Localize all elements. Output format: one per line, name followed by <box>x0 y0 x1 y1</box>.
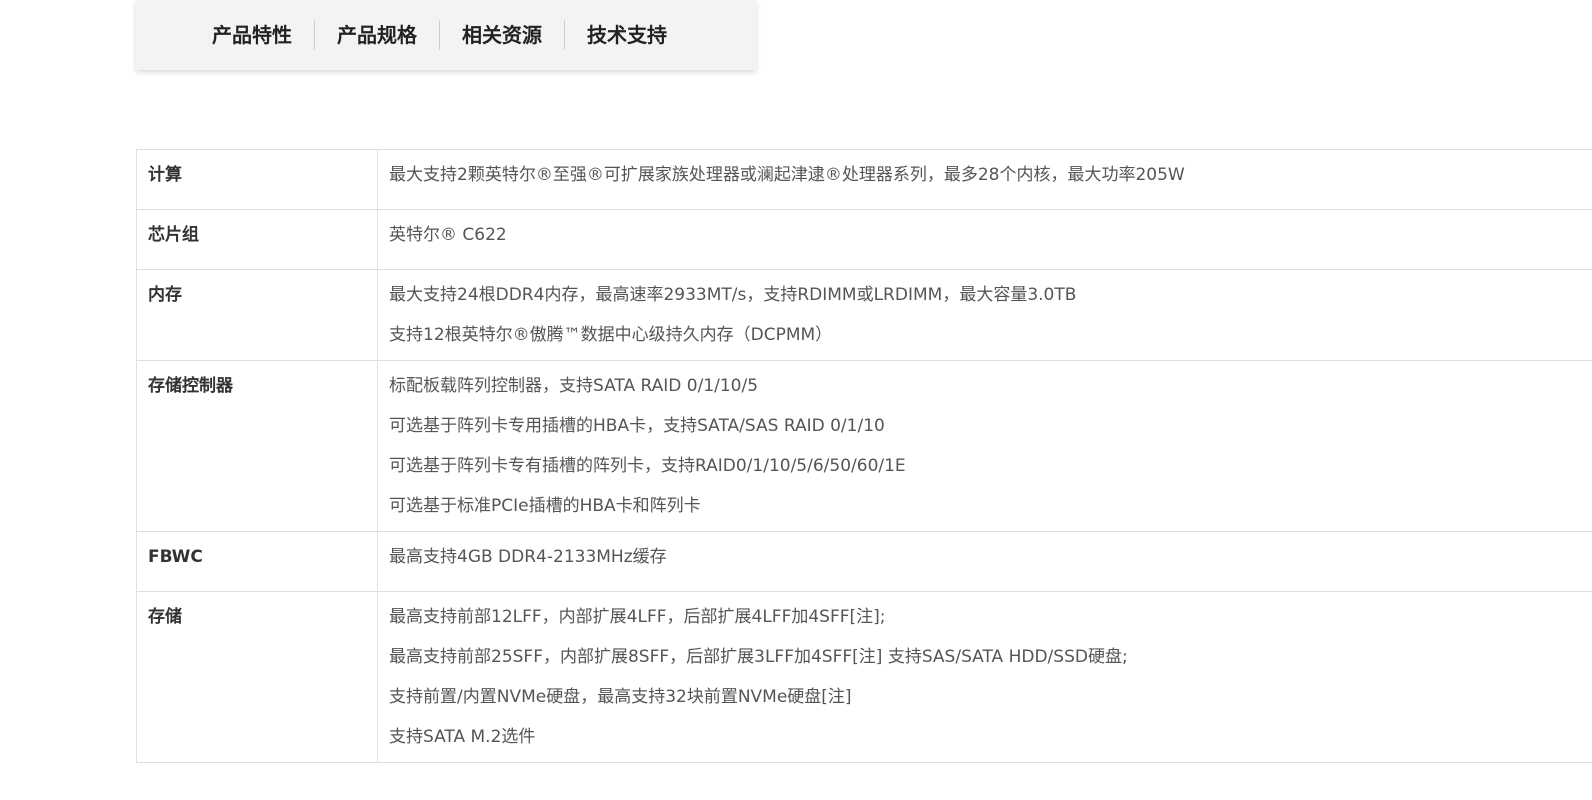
spec-label: 存储 <box>137 592 378 762</box>
spec-label: 存储控制器 <box>137 361 378 531</box>
spec-row-compute: 计算 最大支持2颗英特尔®至强®可扩展家族处理器或澜起津逮®处理器系列，最多28… <box>137 150 1592 210</box>
spec-row-memory: 内存 最大支持24根DDR4内存，最高速率2933MT/s，支持RDIMM或LR… <box>137 270 1592 361</box>
spec-value: 标配板载阵列控制器，支持SATA RAID 0/1/10/5 <box>389 376 759 396</box>
product-tab-bar: 产品特性 产品规格 相关资源 技术支持 <box>136 0 756 70</box>
spec-row-fbwc: FBWC 最高支持4GB DDR4-2133MHz缓存 <box>137 532 1592 592</box>
spec-value: 最高支持4GB DDR4-2133MHz缓存 <box>389 547 667 567</box>
tab-related-resources[interactable]: 相关资源 <box>439 20 564 50</box>
spec-row-storage-controller: 存储控制器 标配板载阵列控制器，支持SATA RAID 0/1/10/5 可选基… <box>137 361 1592 532</box>
spec-value: 最高支持前部25SFF，内部扩展8SFF，后部扩展3LFF加4SFF[注] 支持… <box>389 647 1128 667</box>
spec-value: 支持前置/内置NVMe硬盘，最高支持32块前置NVMe硬盘[注] <box>389 687 852 707</box>
spec-values: 最大支持2颗英特尔®至强®可扩展家族处理器或澜起津逮®处理器系列，最多28个内核… <box>378 150 1592 209</box>
spec-label: FBWC <box>137 532 378 591</box>
tab-technical-support[interactable]: 技术支持 <box>564 20 689 50</box>
spec-values: 标配板载阵列控制器，支持SATA RAID 0/1/10/5 可选基于阵列卡专用… <box>378 361 1592 531</box>
spec-value: 最高支持前部12LFF，内部扩展4LFF，后部扩展4LFF加4SFF[注]; <box>389 607 886 627</box>
spec-values: 最高支持前部12LFF，内部扩展4LFF，后部扩展4LFF加4SFF[注]; 最… <box>378 592 1592 762</box>
spec-row-chipset: 芯片组 英特尔® C622 <box>137 210 1592 270</box>
tab-product-features[interactable]: 产品特性 <box>198 20 314 50</box>
spec-values: 英特尔® C622 <box>378 210 1592 269</box>
spec-value: 可选基于阵列卡专用插槽的HBA卡，支持SATA/SAS RAID 0/1/10 <box>389 416 885 436</box>
spec-label: 计算 <box>137 150 378 209</box>
spec-value: 可选基于标准PCIe插槽的HBA卡和阵列卡 <box>389 496 701 516</box>
spec-value: 最大支持2颗英特尔®至强®可扩展家族处理器或澜起津逮®处理器系列，最多28个内核… <box>389 165 1185 185</box>
spec-value: 支持SATA M.2选件 <box>389 727 536 747</box>
spec-value: 最大支持24根DDR4内存，最高速率2933MT/s，支持RDIMM或LRDIM… <box>389 285 1077 305</box>
spec-row-storage: 存储 最高支持前部12LFF，内部扩展4LFF，后部扩展4LFF加4SFF[注]… <box>137 592 1592 763</box>
spec-table: 计算 最大支持2颗英特尔®至强®可扩展家族处理器或澜起津逮®处理器系列，最多28… <box>136 149 1592 763</box>
spec-value: 支持12根英特尔®傲腾™数据中心级持久内存（DCPMM） <box>389 325 833 345</box>
spec-value: 可选基于阵列卡专有插槽的阵列卡，支持RAID0/1/10/5/6/50/60/1… <box>389 456 906 476</box>
spec-value: 英特尔® C622 <box>389 225 507 245</box>
spec-label: 内存 <box>137 270 378 360</box>
spec-label: 芯片组 <box>137 210 378 269</box>
spec-values: 最高支持4GB DDR4-2133MHz缓存 <box>378 532 1592 591</box>
spec-values: 最大支持24根DDR4内存，最高速率2933MT/s，支持RDIMM或LRDIM… <box>378 270 1592 360</box>
tab-product-specs[interactable]: 产品规格 <box>314 20 439 50</box>
